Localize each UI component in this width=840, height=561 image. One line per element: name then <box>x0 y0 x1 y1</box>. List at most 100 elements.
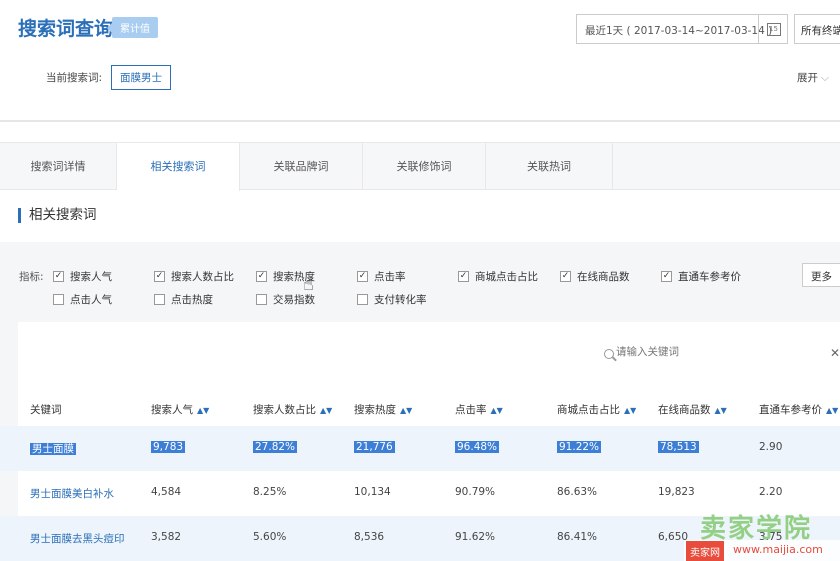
page-title: 搜索词查询 <box>18 18 114 40</box>
terminal-select[interactable]: 所有终端 <box>794 14 840 44</box>
table-cell: 86.63% <box>557 486 598 498</box>
table-cell: 90.79% <box>455 486 496 498</box>
watermark-badge: 卖家网 <box>686 541 724 561</box>
keyword-link[interactable]: 男士面膜美白补水 <box>30 486 114 501</box>
metric-option[interactable]: ✓ 点击率 <box>357 269 406 284</box>
table-cell: 10,134 <box>354 486 391 498</box>
column-header-label: 直通车参考价 <box>759 404 822 416</box>
more-metrics-button[interactable]: 更多 <box>802 263 840 287</box>
metric-option[interactable]: ✓ 搜索人数占比 <box>154 269 234 284</box>
checkbox-checked[interactable]: ✓ <box>53 271 64 282</box>
tab-related-modifier-words[interactable]: 关联修饰词 <box>363 143 486 190</box>
checkbox-unchecked[interactable] <box>154 294 165 305</box>
sort-icon[interactable]: ▲▼ <box>715 406 727 415</box>
checkbox-unchecked[interactable] <box>357 294 368 305</box>
cell-value: 21,776 <box>354 441 395 453</box>
chevron-down-icon: ⌵ <box>821 72 829 84</box>
calendar-icon[interactable]: 15 <box>758 14 788 44</box>
metric-option[interactable]: ✓ 在线商品数 <box>560 269 630 284</box>
close-icon[interactable]: ✕ <box>830 346 840 360</box>
column-header-keyword: 关键词 <box>30 404 62 416</box>
checkbox-checked[interactable]: ✓ <box>661 271 672 282</box>
tab-related-brand-words[interactable]: 关联品牌词 <box>240 143 363 190</box>
table-cell: 78,513 <box>658 441 699 453</box>
expand-toggle[interactable]: 展开 ⌵ <box>797 70 829 85</box>
sort-icon[interactable]: ▲▼ <box>826 406 838 415</box>
keyword-link[interactable]: 男士面膜 <box>30 441 76 456</box>
metric-option-label: 商城点击占比 <box>475 271 538 283</box>
metric-option[interactable]: ✓ 直通车参考价 <box>661 269 741 284</box>
checkbox-checked[interactable]: ✓ <box>256 271 267 282</box>
expand-label: 展开 <box>797 72 818 84</box>
sort-icon[interactable]: ▲▼ <box>491 406 503 415</box>
column-header-sortable[interactable]: 点击率 ▲▼ <box>455 402 503 417</box>
table-cell: 2.20 <box>759 486 783 498</box>
metric-option-label: 点击率 <box>374 271 406 283</box>
hand-pointer-icon: ☝ <box>303 274 314 295</box>
column-header-label: 商城点击占比 <box>557 404 620 416</box>
column-header-sortable[interactable]: 搜索人气 ▲▼ <box>151 402 209 417</box>
metric-option[interactable]: 支付转化率 <box>357 292 427 307</box>
table-cell: 5.60% <box>253 531 287 543</box>
checkbox-checked[interactable]: ✓ <box>154 271 165 282</box>
tab-related-hot-words[interactable]: 关联热词 <box>486 143 613 190</box>
metric-option-label: 搜索人气 <box>70 271 112 283</box>
metric-option-label: 在线商品数 <box>577 271 630 283</box>
cumulative-tag[interactable]: 累计值 <box>107 17 158 38</box>
page-header: 搜索词查询 累计值 最近1天 ( 2017-03-14~2017-03-14 )… <box>0 0 840 122</box>
section-title: 相关搜索词 <box>18 208 97 223</box>
table-cell: 19,823 <box>658 486 695 498</box>
checkbox-checked[interactable]: ✓ <box>458 271 469 282</box>
current-keyword-value[interactable]: 面膜男士 <box>111 65 171 90</box>
table-row[interactable]: 男士面膜 9,783 27.82% 21,776 96.48% 91.22% 7… <box>0 426 840 471</box>
tab-bar: 搜索词详情 相关搜索词 关联品牌词 关联修饰词 关联热词 <box>0 142 840 191</box>
metric-option-label: 点击热度 <box>171 294 213 306</box>
column-header-label: 搜索热度 <box>354 404 396 416</box>
checkbox-unchecked[interactable] <box>256 294 267 305</box>
checkbox-checked[interactable]: ✓ <box>560 271 571 282</box>
calendar-icon-day: 15 <box>766 22 781 36</box>
watermark-url: www.maijia.com <box>733 543 823 556</box>
cell-value: 91.22% <box>557 441 602 453</box>
table-cell: 4,584 <box>151 486 182 498</box>
column-header-sortable[interactable]: 直通车参考价 ▲▼ <box>759 402 838 417</box>
tab-search-word-detail[interactable]: 搜索词详情 <box>0 143 117 190</box>
sort-icon[interactable]: ▲▼ <box>320 406 332 415</box>
metric-option-label: 点击人气 <box>70 294 112 306</box>
table-cell: 91.62% <box>455 531 496 543</box>
cell-value: 男士面膜 <box>30 443 76 455</box>
table-cell: 8.25% <box>253 486 287 498</box>
metric-option[interactable]: ✓ 商城点击占比 <box>458 269 538 284</box>
column-header-sortable[interactable]: 在线商品数 ▲▼ <box>658 402 727 417</box>
column-header-label: 搜索人气 <box>151 404 193 416</box>
sort-icon[interactable]: ▲▼ <box>400 406 412 415</box>
metric-option[interactable]: 点击热度 <box>154 292 213 307</box>
metric-option-label: 直通车参考价 <box>678 271 741 283</box>
metric-option-label: 搜索人数占比 <box>171 271 234 283</box>
column-header-sortable[interactable]: 搜索人数占比 ▲▼ <box>253 402 332 417</box>
table-cell: 21,776 <box>354 441 395 453</box>
cell-value: 96.48% <box>455 441 500 453</box>
metric-option[interactable]: ✓ 搜索人气 <box>53 269 112 284</box>
sort-icon[interactable]: ▲▼ <box>624 406 636 415</box>
table-cell: 91.22% <box>557 441 602 453</box>
table-cell: 9,783 <box>151 441 186 453</box>
tab-related-search-words[interactable]: 相关搜索词 <box>117 143 240 191</box>
current-keyword-label: 当前搜索词: <box>46 72 103 84</box>
checkbox-unchecked[interactable] <box>53 294 64 305</box>
cell-value: 78,513 <box>658 441 699 453</box>
column-header-sortable[interactable]: 搜索热度 ▲▼ <box>354 402 412 417</box>
metric-option[interactable]: 点击人气 <box>53 292 112 307</box>
keyword-search-input[interactable] <box>616 346 816 358</box>
table-cell: 27.82% <box>253 441 298 453</box>
metrics-label: 指标: <box>19 271 44 283</box>
sort-icon[interactable]: ▲▼ <box>197 406 209 415</box>
table-cell: 2.90 <box>759 441 783 453</box>
table-cell: 3,582 <box>151 531 182 543</box>
column-header-sortable[interactable]: 商城点击占比 ▲▼ <box>557 402 636 417</box>
column-header-label: 点击率 <box>455 404 487 416</box>
table-cell: 96.48% <box>455 441 500 453</box>
date-range-picker[interactable]: 最近1天 ( 2017-03-14~2017-03-14 ) <box>576 14 788 44</box>
checkbox-checked[interactable]: ✓ <box>357 271 368 282</box>
keyword-link[interactable]: 男士面膜去黑头痘印 <box>30 531 125 546</box>
